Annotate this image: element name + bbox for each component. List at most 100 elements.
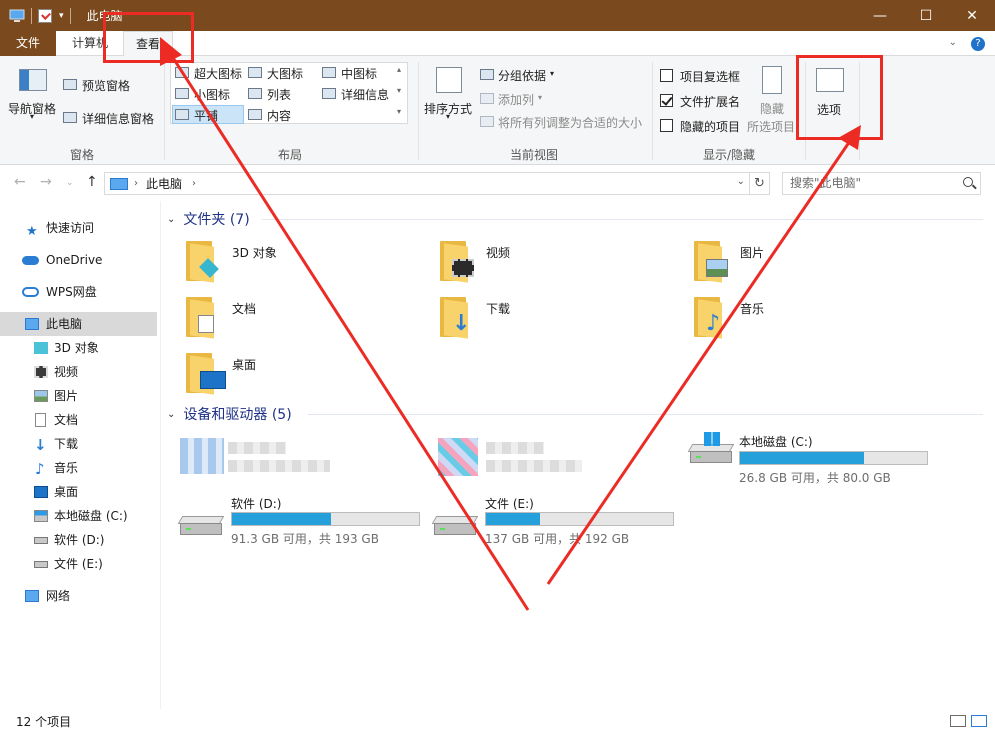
sidebar-item-network[interactable]: 网络: [0, 584, 157, 608]
sidebar-item-videos[interactable]: 视频: [0, 360, 157, 384]
sidebar-item-downloads[interactable]: ↓ 下载: [0, 432, 157, 456]
status-bar: 12 个项目: [0, 709, 995, 734]
folder-desktop[interactable]: 桌面: [186, 353, 406, 403]
drive-usage-bar: [231, 512, 420, 526]
windows-drive-icon: [34, 510, 48, 522]
chevron-down-icon[interactable]: ⌄: [167, 214, 175, 225]
layout-list[interactable]: 列表: [267, 86, 291, 103]
hidden-items-checkbox[interactable]: [660, 119, 673, 132]
sidebar-item-music[interactable]: ♪ 音乐: [0, 456, 157, 480]
pane-divider[interactable]: [160, 201, 161, 709]
forward-arrow-icon[interactable]: →: [40, 174, 52, 190]
preview-pane-button[interactable]: 预览窗格: [82, 77, 130, 94]
help-icon[interactable]: ?: [971, 37, 985, 51]
drive-d[interactable]: 软件 (D:) 91.3 GB 可用，共 193 GB: [177, 492, 430, 546]
breadcrumb-this-pc[interactable]: 此电脑: [146, 175, 182, 192]
large-icons-view-icon[interactable]: [971, 715, 987, 727]
file-extensions-checkbox[interactable]: [660, 94, 673, 107]
sidebar-item-this-pc[interactable]: 此电脑: [0, 312, 157, 336]
item-checkboxes-checkbox[interactable]: [660, 69, 673, 82]
tab-computer[interactable]: 计算机: [61, 31, 119, 56]
chevron-down-icon[interactable]: ⌄: [949, 37, 957, 51]
folders-section-header[interactable]: ⌄ 文件夹 (7): [167, 209, 250, 229]
layout-small-icons[interactable]: 小图标: [194, 86, 230, 103]
quick-access-dropdown[interactable]: ▾: [59, 11, 64, 21]
sidebar-item-quick-access[interactable]: ★ 快速访问: [0, 216, 157, 240]
sidebar-item-disk-d[interactable]: 软件 (D:): [0, 528, 157, 552]
sidebar-item-desktop[interactable]: 桌面: [0, 480, 157, 504]
dropdown-caret-icon[interactable]: ▾: [30, 112, 34, 121]
maximize-button[interactable]: ☐: [903, 0, 949, 31]
close-button[interactable]: ✕: [949, 0, 995, 31]
tab-view[interactable]: 查看: [123, 31, 173, 57]
details-pane-button[interactable]: 详细信息窗格: [82, 110, 154, 127]
recent-dropdown-icon[interactable]: ⌄: [66, 178, 74, 188]
item-checkboxes-label[interactable]: 项目复选框: [680, 68, 740, 85]
navigation-pane-icon: [19, 69, 47, 91]
hide-selected-sublabel[interactable]: 所选项目: [747, 118, 795, 135]
sidebar-item-3d-objects[interactable]: 3D 对象: [0, 336, 157, 360]
folder-3d-objects[interactable]: 3D 对象: [186, 241, 406, 291]
chevron-right-icon[interactable]: ›: [134, 178, 138, 189]
sidebar-item-pictures[interactable]: 图片: [0, 384, 157, 408]
computer-icon: [110, 177, 128, 190]
gallery-scroll-down-icon[interactable]: ▾: [397, 86, 401, 95]
dropdown-caret-icon[interactable]: ▾: [538, 93, 542, 102]
tab-file[interactable]: 文件: [0, 31, 56, 56]
chevron-down-icon[interactable]: ⌄: [737, 176, 745, 187]
gallery-expand-icon[interactable]: ▾: [397, 107, 401, 116]
folder-documents[interactable]: 文档: [186, 297, 406, 347]
sidebar-item-local-disk-c[interactable]: 本地磁盘 (C:): [0, 504, 157, 528]
download-arrow-icon: ↓: [452, 311, 471, 336]
folder-pictures[interactable]: 图片: [694, 241, 914, 291]
gallery-scroll-up-icon[interactable]: ▴: [397, 65, 401, 74]
layout-content[interactable]: 内容: [267, 107, 291, 124]
sidebar-item-onedrive[interactable]: OneDrive: [0, 248, 157, 272]
chevron-down-icon[interactable]: ⌄: [167, 409, 175, 420]
options-icon: [816, 68, 844, 92]
drive-e[interactable]: 文件 (E:) 137 GB 可用，共 192 GB: [431, 492, 684, 546]
folder-downloads[interactable]: ↓ 下载: [440, 297, 660, 347]
search-icon[interactable]: [963, 177, 973, 187]
device-blurred-2[interactable]: [438, 436, 598, 486]
layout-medium-icons[interactable]: 中图标: [341, 65, 377, 82]
up-arrow-icon[interactable]: ↑: [86, 174, 98, 190]
layout-large-icons[interactable]: 大图标: [267, 65, 303, 82]
sidebar-item-wps-drive[interactable]: WPS网盘: [0, 280, 157, 304]
search-placeholder: 搜索"此电脑": [790, 176, 862, 190]
obscured-device-icon: [180, 438, 224, 474]
sidebar-item-disk-e[interactable]: 文件 (E:): [0, 552, 157, 576]
drive-usage-bar: [739, 451, 928, 465]
address-row: ← → ⌄ ↑ › 此电脑 › ⌄ ↻ 搜索"此电脑": [0, 165, 995, 201]
dropdown-caret-icon[interactable]: ▾: [446, 112, 450, 121]
properties-icon[interactable]: [38, 8, 52, 23]
chevron-right-icon[interactable]: ›: [192, 178, 196, 189]
folder-videos[interactable]: 视频: [440, 241, 660, 291]
add-column-button[interactable]: 添加列: [498, 91, 534, 108]
devices-section-header[interactable]: ⌄ 设备和驱动器 (5): [167, 404, 292, 424]
back-arrow-icon[interactable]: ←: [14, 174, 26, 190]
file-extensions-label[interactable]: 文件扩展名: [680, 93, 740, 110]
layout-details[interactable]: 详细信息: [341, 86, 389, 103]
drive-c[interactable]: 本地磁盘 (C:) 26.8 GB 可用，共 80.0 GB: [687, 430, 938, 485]
sidebar-item-documents[interactable]: 文档: [0, 408, 157, 432]
layout-tiles[interactable]: 平铺: [194, 107, 218, 124]
minimize-button[interactable]: —: [857, 0, 903, 31]
folder-music[interactable]: ♪ 音乐: [694, 297, 914, 347]
hide-selected-button[interactable]: 隐藏: [760, 100, 784, 117]
hidden-items-label[interactable]: 隐藏的项目: [680, 118, 740, 135]
group-by-button[interactable]: 分组依据: [498, 67, 546, 84]
address-bar[interactable]: › 此电脑 › ⌄: [104, 172, 750, 195]
music-note-icon: ♪: [35, 460, 45, 478]
dropdown-caret-icon[interactable]: ▾: [550, 69, 554, 78]
folder-label: 音乐: [740, 302, 765, 316]
device-blurred-1[interactable]: [180, 436, 340, 486]
folder-label: 文档: [232, 302, 257, 316]
options-button[interactable]: 选项: [817, 101, 841, 118]
refresh-button[interactable]: ↻: [750, 172, 770, 195]
details-view-icon[interactable]: [950, 715, 966, 727]
fit-columns-button[interactable]: 将所有列调整为合适的大小: [498, 114, 642, 131]
details-icon: [322, 88, 336, 99]
search-input[interactable]: 搜索"此电脑": [782, 172, 981, 195]
layout-xl-icons[interactable]: 超大图标: [194, 65, 242, 82]
